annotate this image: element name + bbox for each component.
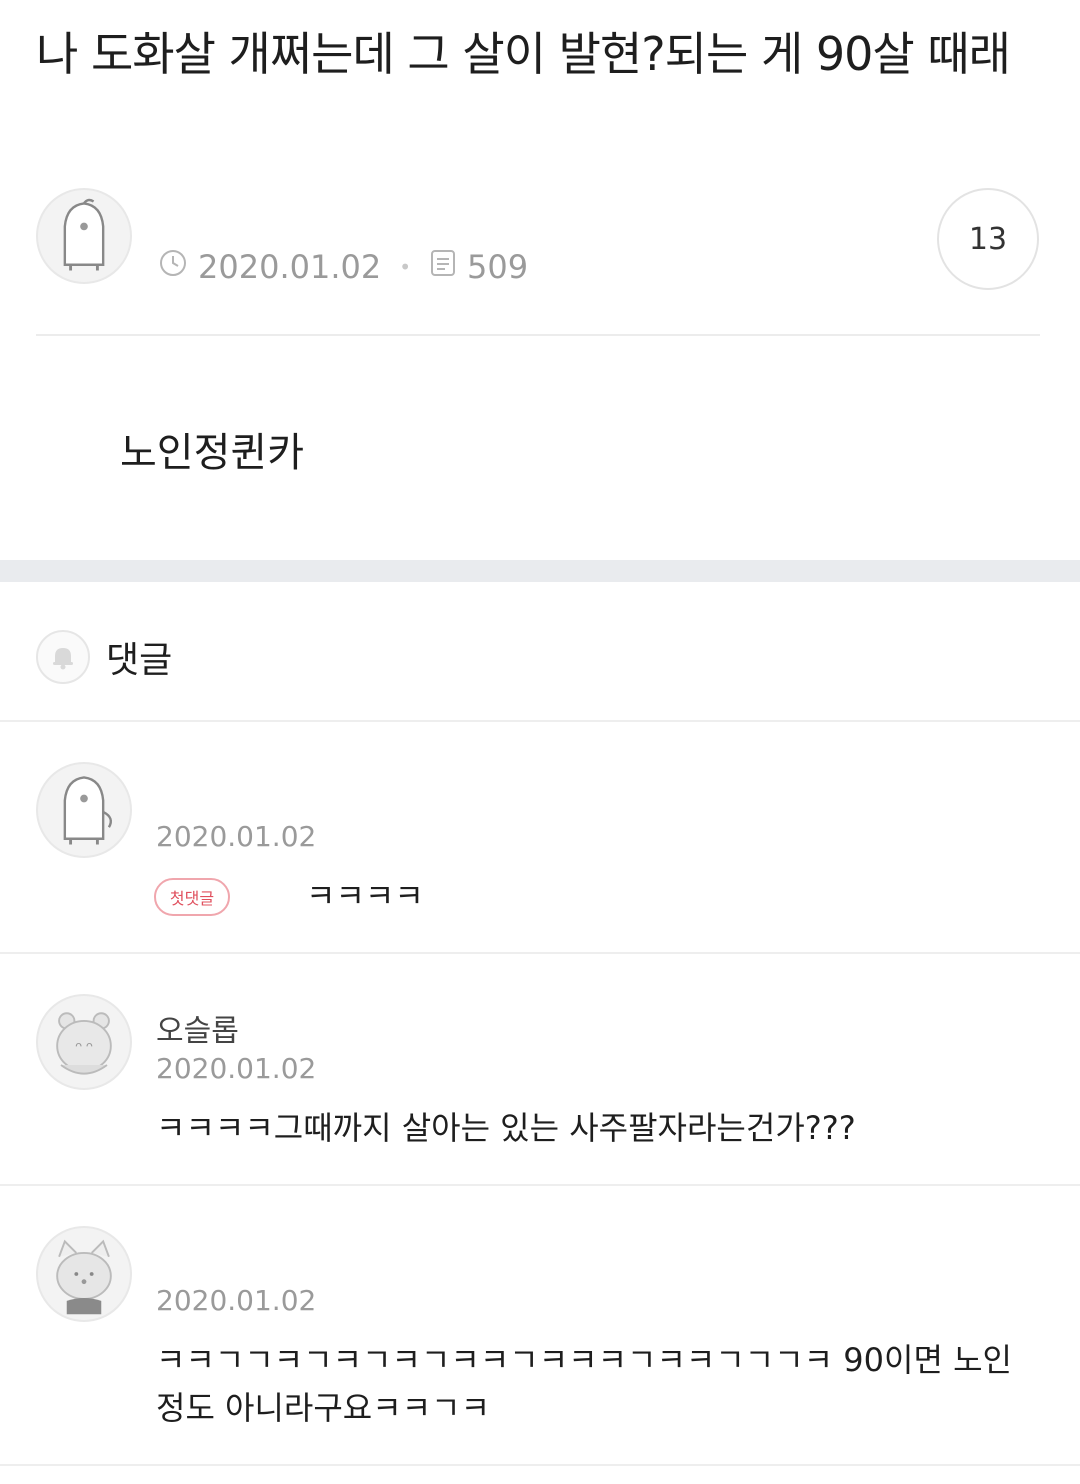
section-gap [0, 560, 1080, 582]
comment-count-button[interactable]: 13 [937, 188, 1039, 290]
svg-text:ᴖ ᴖ: ᴖ ᴖ [75, 1039, 93, 1053]
post-views: 509 [467, 248, 529, 286]
divider [36, 334, 1040, 336]
commenter-avatar[interactable]: ᴖ ᴖ [36, 994, 132, 1090]
commenter-name[interactable]: 오슬롭 [156, 1006, 239, 1050]
meta-separator: • [399, 255, 412, 279]
divider [0, 952, 1080, 954]
post-date: 2020.01.02 [198, 248, 382, 286]
document-icon [429, 248, 457, 286]
divider [0, 720, 1080, 722]
comments-label: 댓글 [106, 640, 173, 681]
comment-date: 2020.01.02 [156, 1052, 317, 1085]
first-comment-badge: 첫댓글 [154, 878, 230, 916]
divider [0, 1184, 1080, 1186]
commenter-avatar[interactable] [36, 762, 132, 858]
post-body: 노인정퀸카 [120, 430, 304, 476]
comments-header: 댓글 [36, 630, 172, 684]
divider [0, 1464, 1080, 1466]
comment-text: ㅋㅋㅋㅋ [306, 877, 424, 915]
cat-avatar-icon [56, 1239, 112, 1315]
author-avatar[interactable] [36, 188, 132, 284]
bell-icon[interactable] [36, 630, 90, 684]
comment-text: ㅋㅋㄱㄱㅋㄱㅋㄱㅋㄱㅋㅋㄱㅋㅋㅋㄱㅋㅋㄱㄱㄱㅋ 90이면 노인정도 아니라구요ㅋ… [156, 1341, 1012, 1427]
clock-icon [158, 248, 188, 286]
penguin-avatar-icon [63, 198, 105, 271]
commenter-avatar[interactable] [36, 1226, 132, 1322]
bear-avatar-icon: ᴖ ᴖ [56, 1012, 112, 1075]
comment-date: 2020.01.02 [156, 820, 317, 853]
post-title: 나 도화살 개쩌는데 그 살이 발현?되는 게 90살 때래 [36, 27, 1011, 81]
penguin-avatar-icon [63, 776, 113, 845]
post-meta: 2020.01.02 • 509 [158, 248, 528, 286]
comment-date: 2020.01.02 [156, 1284, 317, 1317]
comment-text: ㅋㅋㅋㅋ그때까지 살아는 있는 사주팔자라는건가??? [156, 1109, 856, 1147]
